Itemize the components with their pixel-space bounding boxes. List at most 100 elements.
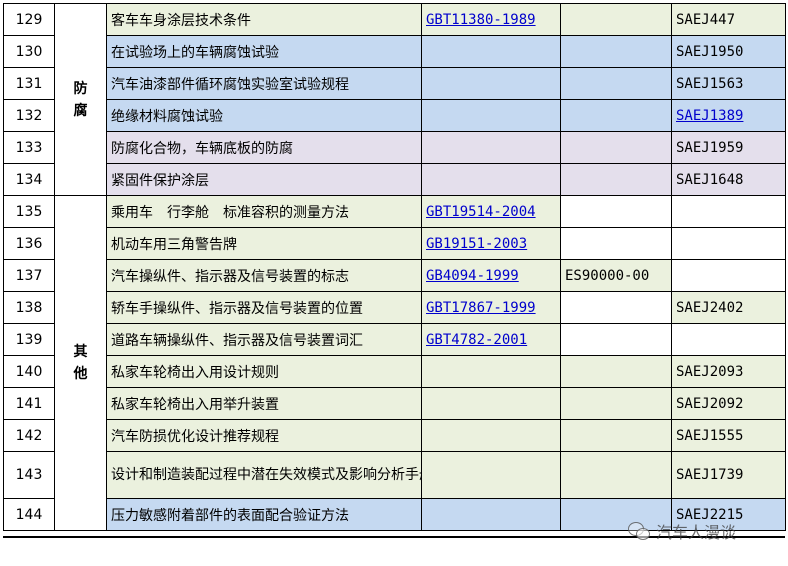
other-standard-cell	[560, 451, 672, 499]
gb-standard-link[interactable]: GB4094-1999	[426, 268, 519, 284]
table-row: 137 汽车操纵件、指示器及信号装置的标志 GB4094-1999 ES9000…	[3, 259, 786, 292]
gb-cell: GBT11380-1989	[421, 3, 561, 36]
row-number: 140	[3, 355, 55, 388]
gb-cell: GB19151-2003	[421, 227, 561, 260]
gb-standard-link[interactable]: GBT4782-2001	[426, 332, 527, 348]
other-standard: ES90000-00	[560, 259, 672, 292]
row-number: 141	[3, 387, 55, 420]
standards-table: 129 防腐 客车车身涂层技术条件 GBT11380-1989 SAEJ447 …	[3, 3, 786, 531]
sae-standard-cell	[671, 259, 786, 292]
gb-cell	[421, 35, 561, 68]
standard-title: 压力敏感附着部件的表面配合验证方法	[106, 498, 422, 531]
standard-title: 客车车身涂层技术条件	[106, 3, 422, 36]
standard-title: 汽车油漆部件循环腐蚀实验室试验规程	[106, 67, 422, 100]
standard-title: 私家车轮椅出入用举升装置	[106, 387, 422, 420]
table-row: 132 绝缘材料腐蚀试验 SAEJ1389	[3, 99, 786, 132]
other-standard-cell	[560, 35, 672, 68]
row-number: 134	[3, 163, 55, 196]
table-row: 139 道路车辆操纵件、指示器及信号装置词汇 GBT4782-2001	[3, 323, 786, 356]
gb-cell	[421, 451, 561, 499]
row-number: 136	[3, 227, 55, 260]
row-number: 132	[3, 99, 55, 132]
sae-standard: SAEJ1959	[671, 131, 786, 164]
gb-cell	[421, 419, 561, 452]
table-row: 135 其他 乘用车 行李舱 标准容积的测量方法 GBT19514-2004	[3, 195, 786, 531]
gb-standard-link[interactable]: GB19151-2003	[426, 236, 527, 252]
category-label: 防腐	[73, 80, 88, 119]
sae-standard-cell: SAEJ1389	[671, 99, 786, 132]
gb-standard-link[interactable]: GBT11380-1989	[426, 12, 536, 28]
gb-standard-link[interactable]: GBT17867-1999	[426, 300, 536, 316]
row-number: 138	[3, 291, 55, 324]
gb-cell	[421, 355, 561, 388]
row-number: 139	[3, 323, 55, 356]
row-number: 137	[3, 259, 55, 292]
standard-title: 乘用车 行李舱 标准容积的测量方法	[106, 195, 422, 228]
standard-title: 私家车轮椅出入用设计规则	[106, 355, 422, 388]
category-label: 其他	[73, 344, 88, 382]
other-standard-cell	[560, 163, 672, 196]
row-number: 135	[3, 195, 55, 228]
row-number: 131	[3, 67, 55, 100]
sae-standard-cell	[671, 227, 786, 260]
other-standard-cell	[560, 67, 672, 100]
gb-cell	[421, 387, 561, 420]
row-number: 129	[3, 3, 55, 36]
category-other: 其他	[54, 195, 107, 531]
table-row: 131 汽车油漆部件循环腐蚀实验室试验规程 SAEJ1563	[3, 67, 786, 100]
gb-cell: GBT4782-2001	[421, 323, 561, 356]
watermark: 汽车人漫谈	[628, 519, 736, 543]
sae-standard-cell	[671, 323, 786, 356]
other-standard-cell	[560, 99, 672, 132]
row-number: 133	[3, 131, 55, 164]
gb-cell	[421, 99, 561, 132]
gb-cell: GBT19514-2004	[421, 195, 561, 228]
sae-standard: SAEJ2093	[671, 355, 786, 388]
standard-title: 道路车辆操纵件、指示器及信号装置词汇	[106, 323, 422, 356]
other-standard-cell	[560, 387, 672, 420]
sae-standard-link[interactable]: SAEJ1389	[676, 108, 743, 124]
table-row: 138 轿车手操纵件、指示器及信号装置的位置 GBT17867-1999 SAE…	[3, 291, 786, 324]
sae-standard: SAEJ2402	[671, 291, 786, 324]
other-standard-cell	[560, 195, 672, 228]
table-row: 141 私家车轮椅出入用举升装置 SAEJ2092	[3, 387, 786, 420]
table-row: 134 紧固件保护涂层 SAEJ1648	[3, 163, 786, 196]
gb-cell: GB4094-1999	[421, 259, 561, 292]
row-number: 144	[3, 498, 55, 531]
standard-title: 绝缘材料腐蚀试验	[106, 99, 422, 132]
standard-title: 在试验场上的车辆腐蚀试验	[106, 35, 422, 68]
sae-standard: SAEJ1950	[671, 35, 786, 68]
table-row: 142 汽车防损优化设计推荐规程 SAEJ1555	[3, 419, 786, 452]
sae-standard: SAEJ1648	[671, 163, 786, 196]
other-standard-cell	[560, 3, 672, 36]
row-number: 130	[3, 35, 55, 68]
row-number: 143	[3, 451, 55, 499]
other-standard-cell	[560, 131, 672, 164]
wechat-icon	[628, 522, 650, 540]
category-anticorrosion: 防腐	[54, 3, 107, 196]
gb-cell	[421, 131, 561, 164]
table-row: 136 机动车用三角警告牌 GB19151-2003	[3, 227, 786, 260]
table-row: 143 设计和制造装配过程中潜在失效模式及影响分析手册 SAEJ1739	[3, 451, 786, 499]
sae-standard: SAEJ1555	[671, 419, 786, 452]
gb-standard-link[interactable]: GBT19514-2004	[426, 204, 536, 220]
sae-standard: SAEJ2092	[671, 387, 786, 420]
standard-title: 机动车用三角警告牌	[106, 227, 422, 260]
sae-standard: SAEJ447	[671, 3, 786, 36]
standard-title: 防腐化合物，车辆底板的防腐	[106, 131, 422, 164]
gb-cell	[421, 67, 561, 100]
table-row: 129 防腐 客车车身涂层技术条件 GBT11380-1989 SAEJ447	[3, 3, 786, 196]
table-row: 133 防腐化合物，车辆底板的防腐 SAEJ1959	[3, 131, 786, 164]
gb-cell	[421, 498, 561, 531]
sae-standard: SAEJ1563	[671, 67, 786, 100]
standard-title: 轿车手操纵件、指示器及信号装置的位置	[106, 291, 422, 324]
other-standard-cell	[560, 291, 672, 324]
row-number: 142	[3, 419, 55, 452]
standard-title: 紧固件保护涂层	[106, 163, 422, 196]
other-standard-cell	[560, 419, 672, 452]
table-row: 140 私家车轮椅出入用设计规则 SAEJ2093	[3, 355, 786, 388]
gb-cell: GBT17867-1999	[421, 291, 561, 324]
watermark-text: 汽车人漫谈	[656, 523, 737, 542]
standard-title: 设计和制造装配过程中潜在失效模式及影响分析手册	[106, 451, 422, 499]
other-standard-cell	[560, 227, 672, 260]
